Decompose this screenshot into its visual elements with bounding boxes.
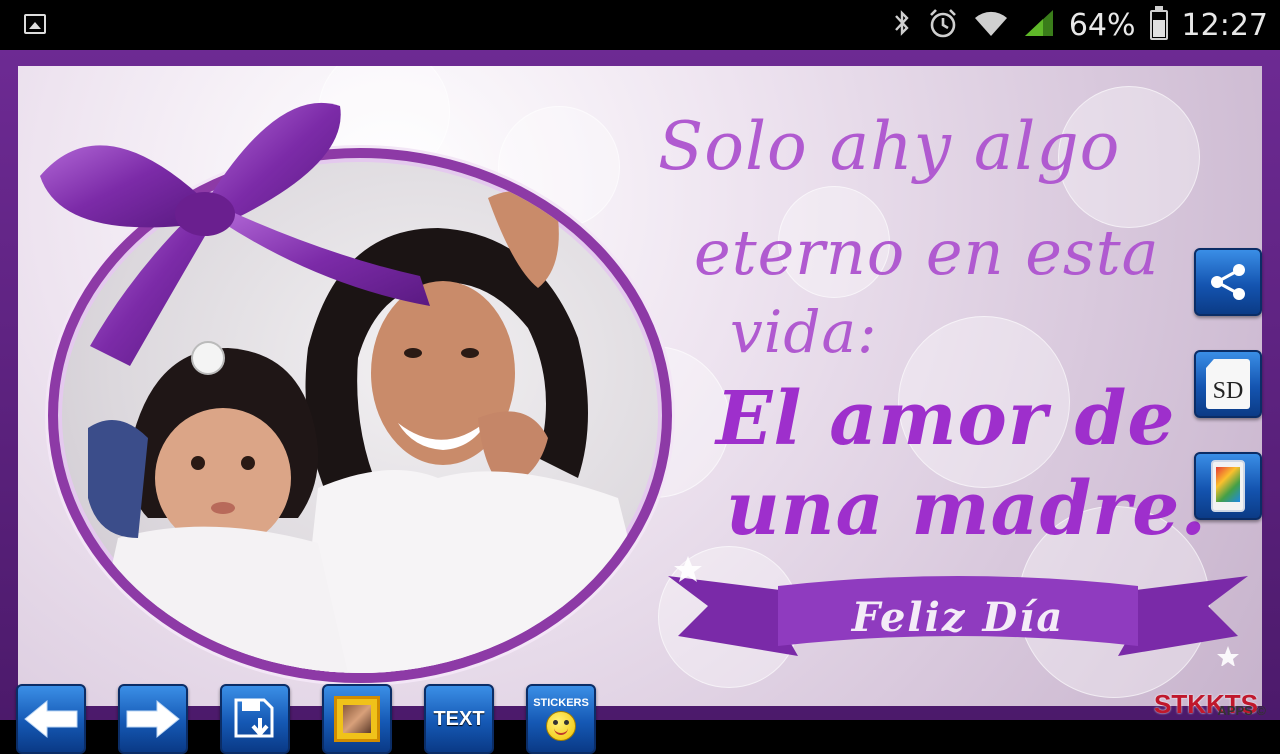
save-button[interactable] bbox=[220, 684, 290, 754]
message-line-highlight: El amor de bbox=[716, 376, 1176, 462]
smiley-icon bbox=[546, 711, 576, 741]
alarm-icon bbox=[927, 7, 959, 43]
share-button[interactable] bbox=[1194, 248, 1262, 316]
stickers-button[interactable]: STICKERS bbox=[526, 684, 596, 754]
message-line: Solo ahy algo bbox=[658, 108, 1121, 185]
change-frame-button[interactable] bbox=[322, 684, 392, 754]
save-icon bbox=[234, 698, 274, 738]
status-bar: 64% 12:27 bbox=[0, 0, 1280, 50]
battery-icon bbox=[1149, 6, 1168, 40]
banner-text: Feliz Día bbox=[851, 594, 1065, 641]
previous-button[interactable] bbox=[16, 684, 86, 754]
next-button[interactable] bbox=[118, 684, 188, 754]
ribbon-bow-decoration bbox=[40, 102, 430, 366]
message-line: eterno en esta bbox=[694, 216, 1160, 289]
battery-percent: 64% bbox=[1068, 7, 1136, 43]
stickers-button-label: STICKERS bbox=[533, 697, 589, 709]
status-icons: 64% 12:27 bbox=[891, 0, 1268, 50]
set-wallpaper-button[interactable] bbox=[1194, 452, 1262, 520]
wifi-icon bbox=[973, 8, 1009, 42]
text-button-label: TEXT bbox=[433, 707, 485, 730]
save-to-sd-button[interactable]: SD bbox=[1194, 350, 1262, 418]
gallery-icon bbox=[1211, 460, 1245, 512]
clock: 12:27 bbox=[1181, 7, 1268, 43]
app-canvas: Solo ahy algo eterno en esta vida: El am… bbox=[0, 50, 1280, 754]
frame-icon bbox=[334, 696, 380, 742]
greeting-card[interactable]: Solo ahy algo eterno en esta vida: El am… bbox=[18, 66, 1262, 706]
brand-sub: APPS © bbox=[1217, 703, 1266, 718]
arrow-right-icon bbox=[126, 699, 180, 739]
sd-label: SD bbox=[1212, 378, 1244, 404]
sd-card-icon: SD bbox=[1206, 359, 1250, 409]
arrow-left-icon bbox=[24, 699, 78, 739]
share-icon bbox=[1211, 264, 1245, 300]
message-line: vida: bbox=[730, 298, 878, 366]
add-text-button[interactable]: TEXT bbox=[424, 684, 494, 754]
signal-icon bbox=[1023, 8, 1055, 42]
gallery-notification-icon bbox=[24, 14, 46, 34]
message-line-highlight: una madre. bbox=[726, 466, 1208, 552]
bluetooth-icon bbox=[891, 8, 913, 42]
